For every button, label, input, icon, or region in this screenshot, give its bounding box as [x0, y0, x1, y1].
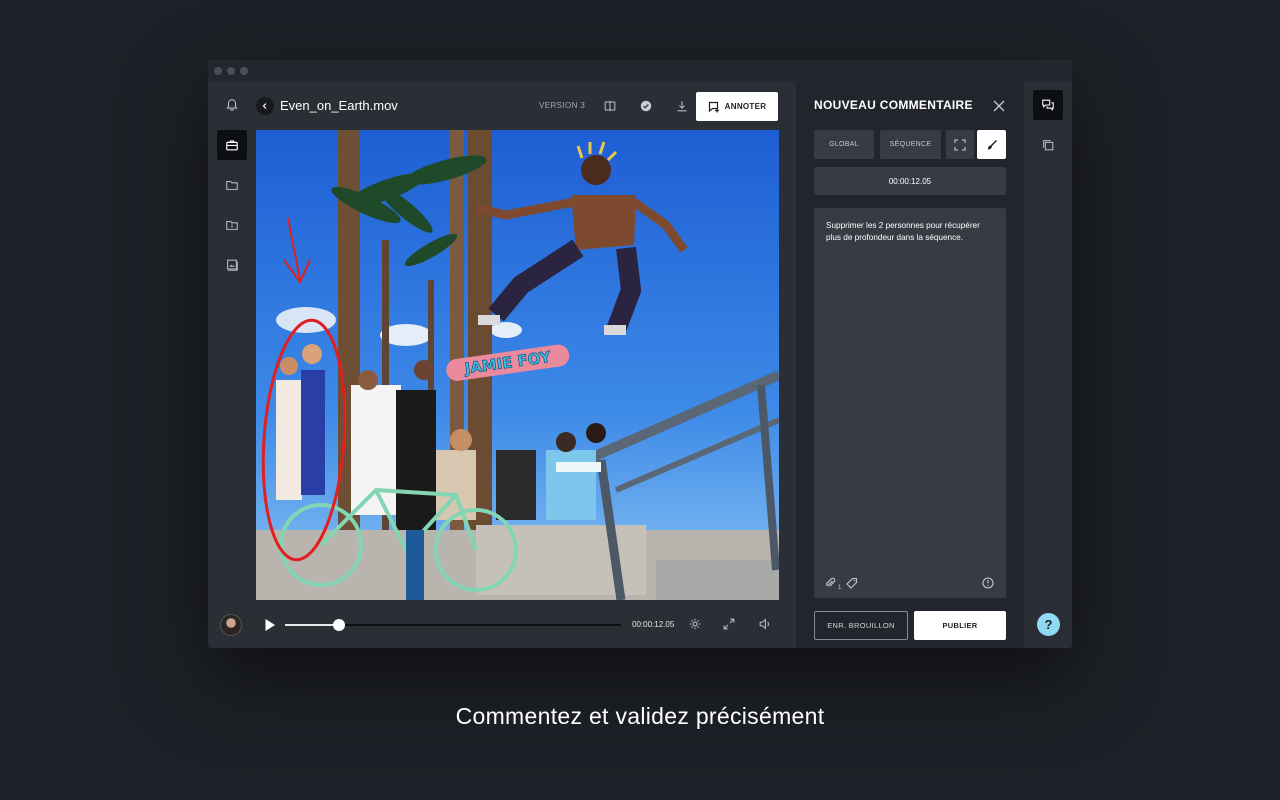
annotate-icon — [708, 101, 719, 112]
comments-panel-button[interactable] — [1033, 90, 1063, 120]
version-selector[interactable]: VERSION 3 — [539, 101, 585, 110]
approve-button[interactable] — [636, 96, 656, 116]
alert-circle-icon — [982, 577, 994, 589]
bell-icon — [226, 99, 238, 111]
timeline-scrubber[interactable] — [332, 619, 345, 631]
help-button[interactable]: ? — [1037, 613, 1060, 636]
tagline: Commentez et validez précisément — [455, 703, 825, 729]
media-library-icon — [227, 259, 238, 271]
gear-icon — [689, 618, 701, 630]
download-icon — [677, 101, 687, 112]
fullscreen-button[interactable] — [722, 617, 738, 633]
shared-folder-button[interactable] — [217, 210, 247, 240]
paperclip-icon — [825, 577, 836, 587]
folder-icon — [226, 180, 238, 190]
app-window: Even_on_Earth.mov VERSION 3 ANNOTER JAMI… — [208, 60, 1072, 648]
timeline-progress — [285, 624, 339, 626]
folder-info-icon — [226, 220, 238, 230]
comment-timecode[interactable]: 00:00:12.05 — [814, 167, 1006, 195]
left-sidebar — [208, 82, 256, 648]
frame-select-icon — [954, 138, 966, 151]
check-circle-icon — [640, 100, 652, 112]
projects-button[interactable] — [217, 130, 247, 160]
panel-title: NOUVEAU COMMENTAIRE — [814, 98, 973, 112]
compare-icon — [604, 100, 616, 112]
comment-textarea[interactable]: Supprimer les 2 personnes pour récupérer… — [814, 208, 1006, 598]
window-titlebar — [208, 60, 1072, 82]
publish-button[interactable]: PUBLIER — [914, 611, 1006, 640]
annotate-button[interactable]: ANNOTER — [696, 92, 778, 121]
close-icon[interactable] — [992, 99, 1006, 113]
tab-sequence[interactable]: SÉQUENCE — [880, 130, 941, 159]
library-button[interactable] — [217, 250, 247, 280]
draw-tool-button[interactable] — [977, 130, 1006, 159]
download-button[interactable] — [672, 96, 692, 116]
window-close-dot[interactable] — [214, 67, 222, 75]
tag-icon — [846, 577, 858, 589]
brush-icon — [987, 139, 997, 149]
comments-icon — [1042, 99, 1054, 111]
avatar[interactable] — [220, 614, 242, 636]
speaker-icon — [759, 618, 770, 630]
annotate-label: ANNOTER — [724, 102, 767, 111]
priority-button[interactable] — [982, 576, 996, 590]
window-minimize-dot[interactable] — [227, 67, 235, 75]
back-button[interactable] — [256, 97, 274, 115]
chevron-left-icon — [262, 103, 267, 109]
attach-button[interactable] — [824, 576, 838, 590]
volume-button[interactable] — [758, 617, 774, 633]
expand-icon — [723, 618, 735, 630]
tag-button[interactable] — [846, 576, 860, 590]
attachment-count: 1 — [838, 585, 842, 591]
video-player-controls: 00:00:12.05 — [208, 600, 796, 648]
comment-text: Supprimer les 2 personnes pour récupérer… — [826, 221, 980, 242]
comment-panel: NOUVEAU COMMENTAIRE GLOBAL SÉQUENCE 00:0… — [796, 82, 1024, 648]
right-sidebar: ? — [1024, 82, 1072, 648]
layers-icon — [1043, 140, 1054, 151]
folder-button[interactable] — [217, 170, 247, 200]
video-frame[interactable]: JAMIE FOY — [256, 130, 779, 600]
file-name: Even_on_Earth.mov — [280, 98, 398, 113]
versions-panel-button[interactable] — [1033, 130, 1063, 160]
window-maximize-dot[interactable] — [240, 67, 248, 75]
timeline-track[interactable] — [285, 619, 621, 631]
region-select-button[interactable] — [946, 130, 974, 159]
save-draft-button[interactable]: ENR. BROUILLON — [814, 611, 908, 640]
file-header: Even_on_Earth.mov VERSION 3 ANNOTER — [256, 82, 796, 130]
tab-global[interactable]: GLOBAL — [814, 130, 874, 159]
compare-button[interactable] — [600, 96, 620, 116]
briefcase-icon — [226, 140, 238, 151]
current-time: 00:00:12.05 — [632, 620, 675, 629]
play-icon[interactable] — [264, 618, 276, 632]
notifications-button[interactable] — [217, 90, 247, 120]
settings-button[interactable] — [688, 617, 704, 633]
video-still: JAMIE FOY — [256, 130, 779, 600]
